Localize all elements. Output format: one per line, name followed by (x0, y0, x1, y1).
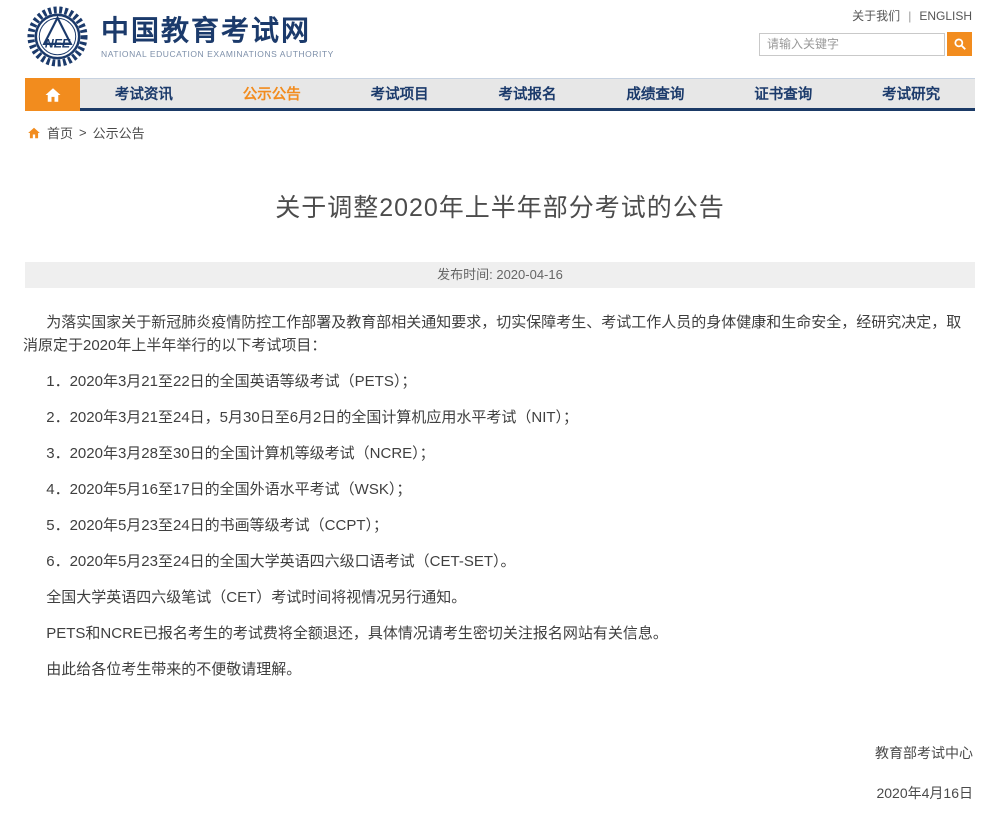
breadcrumb: 首页 > 公示公告 (27, 123, 975, 142)
site-name: 中国教育考试网 (101, 15, 334, 47)
home-icon (44, 86, 62, 104)
main-navigation: 考试资讯 公示公告 考试项目 考试报名 成绩查询 证书查询 考试研究 (25, 78, 975, 111)
nav-item-certificate-query[interactable]: 证书查询 (719, 79, 847, 108)
english-link[interactable]: ENGLISH (919, 9, 972, 23)
search-icon (953, 37, 967, 51)
nav-item-exam-research[interactable]: 考试研究 (847, 79, 975, 108)
signature-date: 2020年4月16日 (0, 783, 973, 803)
article-paragraph: 为落实国家关于新冠肺炎疫情防控工作部署及教育部相关通知要求，切实保障考生、考试工… (23, 311, 973, 357)
nav-item-announcements[interactable]: 公示公告 (208, 79, 336, 108)
logo-letters: NEE (45, 36, 71, 50)
publish-date-bar: 发布时间: 2020-04-16 (25, 262, 975, 288)
signature-org: 教育部考试中心 (0, 743, 973, 763)
breadcrumb-current: 公示公告 (93, 123, 145, 142)
site-header: NEE 中国教育考试网 NATIONAL EDUCATION EXAMINATI… (0, 0, 1000, 78)
about-us-link[interactable]: 关于我们 (852, 7, 900, 24)
nav-item-score-query[interactable]: 成绩查询 (591, 79, 719, 108)
nav-items: 考试资讯 公示公告 考试项目 考试报名 成绩查询 证书查询 考试研究 (80, 79, 975, 108)
article-paragraph: PETS和NCRE已报名考生的考试费将全额退还，具体情况请考生密切关注报名网站有… (23, 622, 973, 645)
article-paragraph: 4．2020年5月16至17日的全国外语水平考试（WSK）； (23, 478, 973, 501)
site-logo[interactable]: NEE 中国教育考试网 NATIONAL EDUCATION EXAMINATI… (26, 5, 334, 68)
site-subtitle: NATIONAL EDUCATION EXAMINATIONS AUTHORIT… (101, 49, 334, 59)
breadcrumb-separator: > (79, 125, 87, 140)
article-paragraph: 2．2020年3月21至24日，5月30日至6月2日的全国计算机应用水平考试（N… (23, 406, 973, 429)
page-title: 关于调整2020年上半年部分考试的公告 (40, 188, 960, 224)
nav-home-button[interactable] (25, 78, 80, 111)
search-input[interactable] (759, 33, 945, 56)
nav-item-exam-registration[interactable]: 考试报名 (464, 79, 592, 108)
nav-item-exam-news[interactable]: 考试资讯 (80, 79, 208, 108)
article-paragraph: 1．2020年3月21至22日的全国英语等级考试（PETS）； (23, 370, 973, 393)
top-utility-links: 关于我们 | ENGLISH (852, 7, 972, 24)
search-bar (759, 32, 972, 56)
breadcrumb-home-icon (27, 126, 41, 140)
nav-item-exam-programs[interactable]: 考试项目 (336, 79, 464, 108)
article-body: 为落实国家关于新冠肺炎疫情防控工作部署及教育部相关通知要求，切实保障考生、考试工… (23, 311, 973, 681)
nee-emblem-icon: NEE (26, 5, 89, 68)
article-paragraph: 由此给各位考生带来的不便敬请理解。 (23, 658, 973, 681)
article-paragraph: 5．2020年5月23至24日的书画等级考试（CCPT）； (23, 514, 973, 537)
article-paragraph: 6．2020年5月23至24日的全国大学英语四六级口语考试（CET-SET）。 (23, 550, 973, 573)
article-paragraph: 3．2020年3月28至30日的全国计算机等级考试（NCRE）； (23, 442, 973, 465)
top-links-divider: | (908, 9, 911, 23)
breadcrumb-home-link[interactable]: 首页 (47, 123, 73, 142)
article-signature: 教育部考试中心 2020年4月16日 (0, 743, 973, 803)
search-button[interactable] (947, 32, 972, 56)
article-paragraph: 全国大学英语四六级笔试（CET）考试时间将视情况另行通知。 (23, 586, 973, 609)
